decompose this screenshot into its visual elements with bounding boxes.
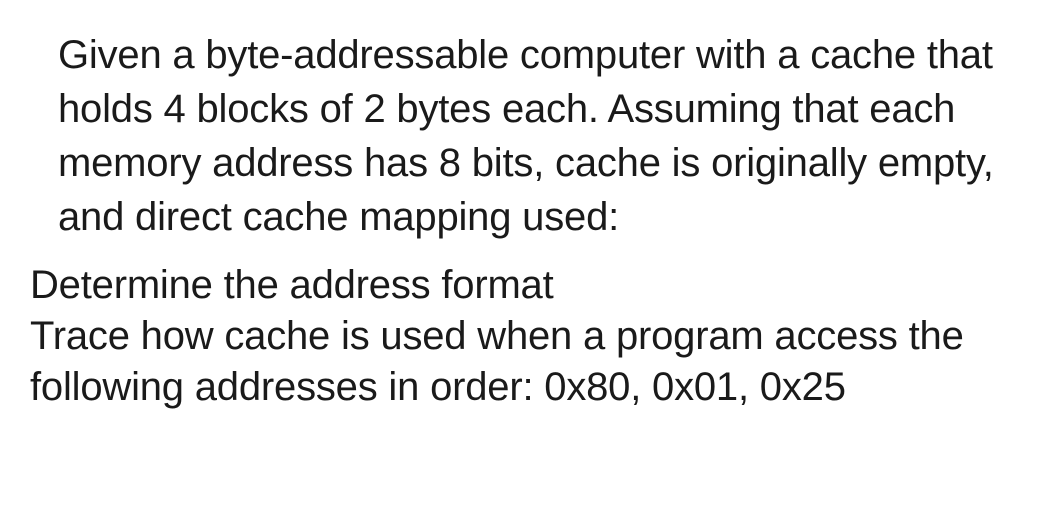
question-paragraph-tasks: Determine the address formatTrace how ca… [30, 260, 1028, 414]
question-paragraph-setup: Given a byte-addressable computer with a… [30, 28, 1028, 244]
